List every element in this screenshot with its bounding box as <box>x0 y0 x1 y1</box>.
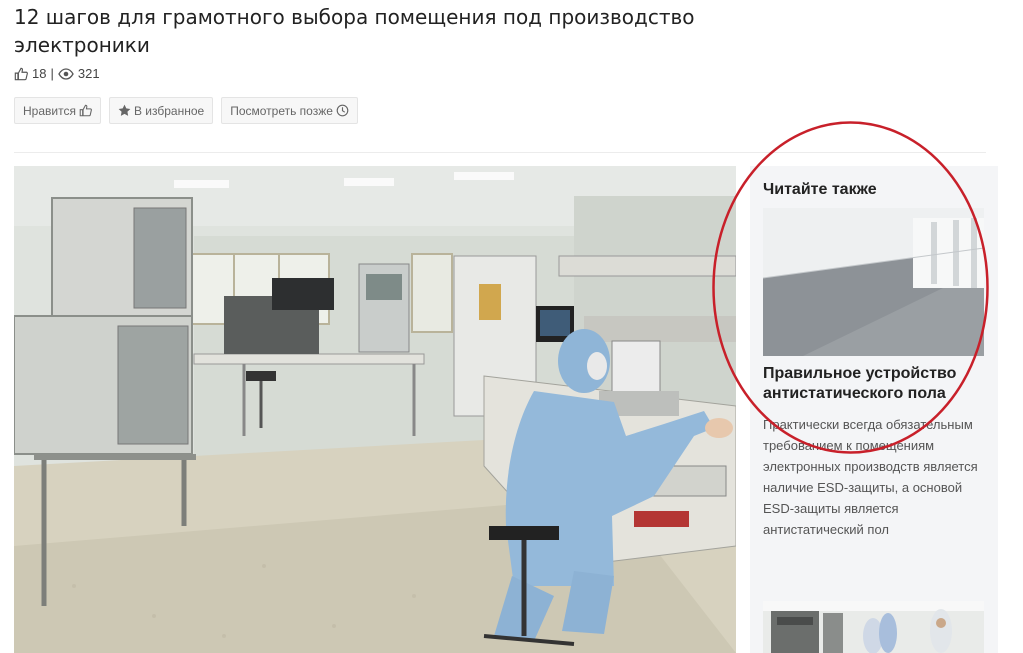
divider <box>14 152 986 153</box>
watch-later-button[interactable]: Посмотреть позже <box>221 97 358 124</box>
favorite-button[interactable]: В избранное <box>108 97 214 124</box>
star-icon <box>118 104 131 117</box>
related-article-image[interactable] <box>763 208 984 356</box>
like-button-label: Нравится <box>23 103 76 118</box>
article-main-photo <box>14 166 736 653</box>
views-count: 321 <box>77 66 100 81</box>
likes-count: 18 <box>32 66 47 81</box>
related-article-excerpt: Практически всегда обязательным требован… <box>763 417 978 537</box>
eye-icon <box>58 67 74 80</box>
thumbs-up-icon <box>14 67 28 81</box>
article-stats: 18 | 321 <box>14 66 100 81</box>
related-article-image-2[interactable] <box>763 601 984 653</box>
article-title: 12 шагов для грамотного выбора помещения… <box>14 5 695 57</box>
watch-later-label: Посмотреть позже <box>230 103 333 118</box>
thumbs-up-icon <box>79 104 92 117</box>
favorite-button-label: В избранное <box>133 103 205 118</box>
clock-icon <box>336 104 349 117</box>
article-actions: Нравится В избранное Посмотреть позже <box>14 97 358 124</box>
like-button[interactable]: Нравится <box>14 97 101 124</box>
sidebar-heading: Читайте также <box>763 181 877 198</box>
stats-separator: | <box>50 66 54 81</box>
related-article-title[interactable]: Правильное устройство антистатического п… <box>763 364 988 404</box>
